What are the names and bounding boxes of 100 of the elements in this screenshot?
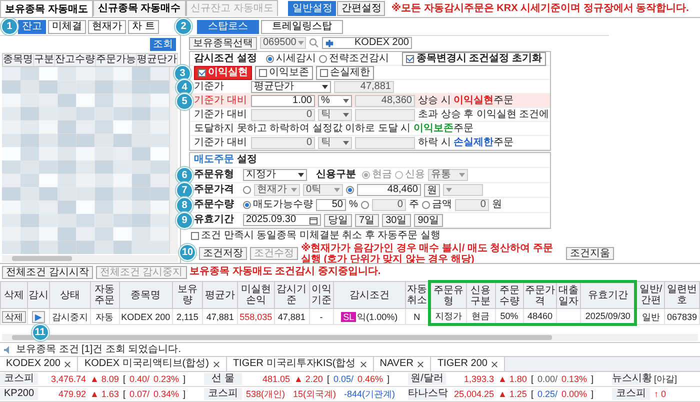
view-tab[interactable]: 잔고	[18, 20, 46, 34]
period-button[interactable]: 90일	[414, 214, 443, 226]
stock-tab[interactable]: NAVER	[374, 357, 432, 371]
period-button[interactable]: 30일	[382, 214, 411, 226]
checkbox[interactable]: 이익실현	[194, 66, 252, 80]
unit-dropdown[interactable]: %	[318, 94, 352, 106]
radio-button[interactable]	[243, 186, 251, 194]
field-label: 주문가격	[194, 184, 234, 195]
base-price-field[interactable]: 47,881	[334, 80, 394, 92]
view-tab[interactable]: 차 트	[128, 20, 159, 34]
radio-option[interactable]: 금액	[422, 199, 452, 211]
base-price-dropdown[interactable]: 평균단가	[251, 80, 331, 92]
checkbox[interactable]: 종목변경시 조건설정 초기화	[402, 52, 546, 66]
close-icon[interactable]	[64, 360, 72, 368]
close-icon[interactable]	[417, 360, 424, 368]
change-value: ▲ 2.20	[294, 373, 323, 385]
percent-field[interactable]: 50	[316, 199, 346, 211]
offset-field[interactable]: 1.00	[251, 94, 315, 106]
main-tab[interactable]: 신규종목 자동매수	[92, 0, 186, 16]
close-icon[interactable]	[360, 360, 367, 368]
order-type-dropdown[interactable]: 지정가	[243, 169, 307, 181]
unit-dropdown[interactable]: 틱	[318, 108, 352, 120]
field-label: 기준가 대비	[194, 94, 247, 106]
index-label: 타나스닥	[408, 388, 446, 400]
radio-option[interactable]: 시세감시	[266, 52, 316, 64]
column-header: 자동주문	[94, 284, 115, 306]
field-label: 신용구분	[316, 169, 356, 181]
code-dropdown[interactable]: 069500	[260, 37, 306, 49]
column-header: 일반/간편	[639, 284, 662, 306]
table-cell: -	[320, 312, 323, 322]
period-button[interactable]: 당일	[324, 214, 352, 226]
mode-tab[interactable]: 일반설정	[288, 1, 336, 16]
step-marker: 10	[179, 244, 196, 261]
step-marker: 3	[174, 65, 191, 82]
table-cell: 2025/09/30	[585, 311, 630, 321]
stock-tab[interactable]: TIGER 미국리투자KIS(합성	[226, 357, 374, 371]
view-tab[interactable]: 미체결	[48, 20, 86, 34]
scrollbar[interactable]	[2, 334, 698, 341]
news-link[interactable]: [아갈]	[654, 373, 678, 385]
caret-icon	[343, 98, 349, 102]
view-tab[interactable]: 현재가	[88, 20, 126, 34]
table-cell: 현금	[472, 311, 490, 321]
unit-dropdown[interactable]: 틱	[318, 136, 352, 148]
column-header: 감시기준	[276, 284, 307, 306]
tick-dropdown[interactable]: 0틱	[303, 184, 343, 196]
price-source-dropdown[interactable]: 현재가	[254, 184, 300, 196]
date-field[interactable]: 2025.09.30	[243, 214, 321, 226]
change-value: ↑ 0	[654, 388, 666, 400]
caret-icon	[291, 188, 297, 192]
credit-dropdown[interactable]: 유통	[428, 169, 468, 181]
query-button[interactable]: 조회	[150, 38, 176, 51]
unit-button[interactable]: 원	[424, 184, 440, 196]
radio-option[interactable]: 신용	[395, 169, 425, 181]
main-tab[interactable]: 보유종목 자동매도	[0, 0, 93, 17]
bracket: [	[122, 388, 126, 400]
delete-button[interactable]: 삭제	[2, 310, 26, 322]
close-icon[interactable]	[212, 360, 220, 368]
save-button[interactable]: 조건저장	[199, 247, 247, 260]
table-cell: 자동	[96, 312, 114, 322]
empty-dropdown[interactable]	[443, 184, 483, 196]
table-cell: 48460	[527, 311, 552, 321]
column-header: 주문수량	[499, 284, 520, 306]
stop-tab[interactable]: 스탑로스	[197, 20, 259, 34]
index-value: 3,476.74	[50, 373, 86, 385]
checkbox[interactable]: 이익보존	[255, 66, 313, 80]
table-cell: 067839	[667, 312, 698, 322]
field-label: 기준가	[194, 80, 224, 92]
close-icon[interactable]	[491, 360, 498, 368]
offset-field[interactable]: 0	[251, 136, 315, 148]
checkbox[interactable]: 조건 만족시 동일종목 미체결분 취소 후 자동주문 실행	[191, 230, 440, 242]
radio-option[interactable]: 전략조건감시	[318, 52, 389, 64]
clear-button[interactable]: 조건지움	[566, 247, 614, 260]
radio-button[interactable]	[360, 201, 369, 209]
offset-field[interactable]: 0	[251, 108, 315, 120]
amount-field[interactable]: 0	[454, 199, 489, 211]
index-label: 선 물	[204, 373, 242, 385]
checkbox[interactable]: 손실제한	[316, 66, 374, 80]
field-label: 기준가 대비	[194, 136, 247, 148]
mode-tab[interactable]: 간편설정	[337, 1, 386, 16]
caret-icon	[446, 188, 452, 192]
radio-option[interactable]: 현금	[362, 169, 392, 181]
holdings-select-button[interactable]: 보유종목선택	[189, 36, 257, 50]
column-header: 자동취소	[406, 284, 427, 306]
stock-tab[interactable]: TIGER 200	[431, 357, 506, 371]
play-button[interactable]: ▶	[32, 310, 45, 322]
search-icon[interactable]	[309, 38, 319, 48]
start-button[interactable]: 전체조건 감시시작	[2, 266, 93, 278]
stock-tab[interactable]: KODEX 미국리액티브(합성)	[78, 357, 227, 371]
stop-tab[interactable]: 트레일링스탑	[261, 20, 343, 34]
rule-text: 초과 상승 후 이익실현 조건에	[418, 108, 550, 120]
shares-field[interactable]: 0	[372, 199, 406, 211]
step-marker: 1	[1, 18, 18, 34]
scrollbar[interactable]	[169, 67, 178, 254]
scrollbar[interactable]	[2, 255, 178, 262]
price-field[interactable]: 48,460	[357, 184, 421, 196]
stock-tab[interactable]: KODEX 200	[0, 357, 78, 371]
radio-button[interactable]	[346, 186, 354, 194]
stock-name-field[interactable]: KODEX 200	[322, 37, 412, 49]
period-button[interactable]: 7일	[355, 214, 379, 226]
radio-option[interactable]: 매도가능수량	[243, 199, 313, 211]
